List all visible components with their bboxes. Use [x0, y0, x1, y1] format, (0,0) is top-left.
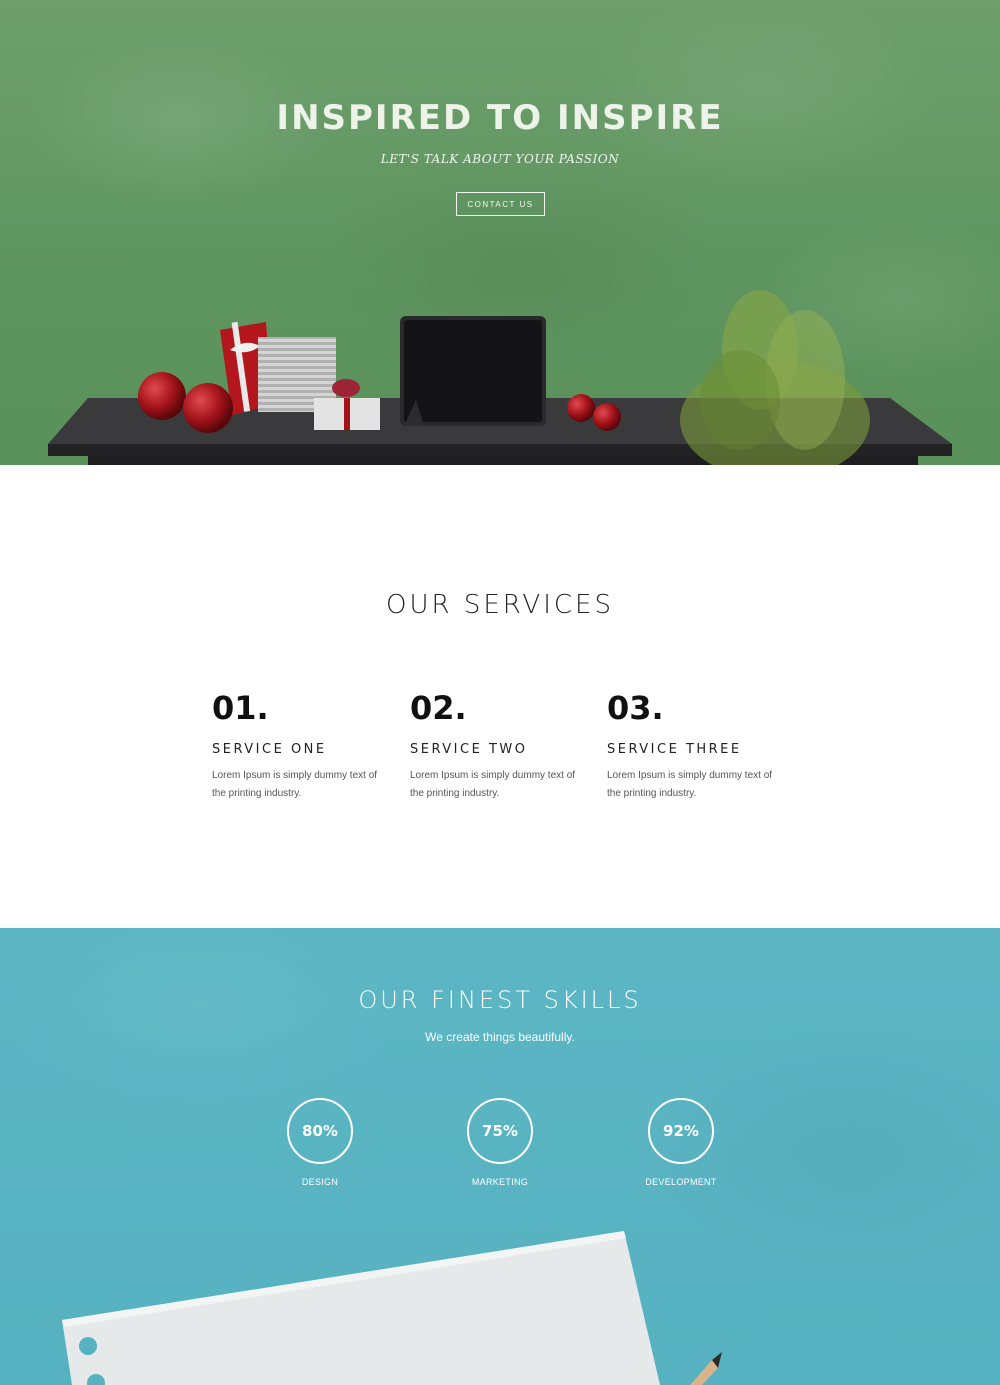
service-description: Lorem Ipsum is simply dummy text of the …: [410, 770, 576, 799]
service-description: Lorem Ipsum is simply dummy text of the …: [212, 770, 378, 799]
service-number: 01.: [212, 689, 269, 727]
services-title: OUR SERVICES: [386, 590, 614, 620]
hero-section: INSPIRED TO INSPIRE LET'S TALK ABOUT YOU…: [0, 0, 1000, 465]
skills-section: OUR FINEST SKILLS We create things beaut…: [0, 928, 1000, 1385]
service-item: 02. SERVICE TWO Lorem Ipsum is simply du…: [410, 688, 585, 803]
skill-item: 75% MARKETING: [430, 1098, 570, 1187]
hero-scene-image: [48, 290, 952, 465]
paper-hole: [79, 1337, 97, 1355]
skill-percent: 92%: [648, 1098, 714, 1164]
hero-subtitle: LET'S TALK ABOUT YOUR PASSION: [380, 152, 620, 166]
service-description: Lorem Ipsum is simply dummy text of the …: [607, 770, 773, 799]
plant-image: [680, 290, 870, 465]
skill-percent: 80%: [287, 1098, 353, 1164]
service-name: SERVICE ONE: [212, 742, 327, 757]
service-name: SERVICE TWO: [410, 742, 528, 757]
ornament: [567, 394, 595, 422]
skill-label: MARKETING: [471, 1177, 529, 1187]
skills-title: OUR FINEST SKILLS: [358, 986, 642, 1014]
service-number: 02.: [410, 689, 467, 727]
service-item: 03. SERVICE THREE Lorem Ipsum is simply …: [607, 688, 782, 803]
pencil-icon: [690, 1352, 722, 1385]
skill-item: 80% DESIGN: [250, 1098, 390, 1187]
service-item: 01. SERVICE ONE Lorem Ipsum is simply du…: [212, 688, 387, 803]
service-name: SERVICE THREE: [607, 742, 742, 757]
skill-label: DESIGN: [301, 1177, 339, 1187]
skill-label: DEVELOPMENT: [645, 1177, 717, 1187]
ornament: [183, 383, 233, 433]
service-number: 03.: [607, 689, 664, 727]
ornament: [593, 403, 621, 431]
hero-title: INSPIRED TO INSPIRE: [276, 98, 724, 138]
skills-subtitle: We create things beautifully.: [425, 1030, 575, 1044]
ornament: [138, 372, 186, 420]
contact-us-button[interactable]: CONTACT US: [456, 192, 545, 216]
skill-percent: 75%: [467, 1098, 533, 1164]
skill-item: 92% DEVELOPMENT: [611, 1098, 751, 1187]
tablet-image: [400, 316, 546, 426]
